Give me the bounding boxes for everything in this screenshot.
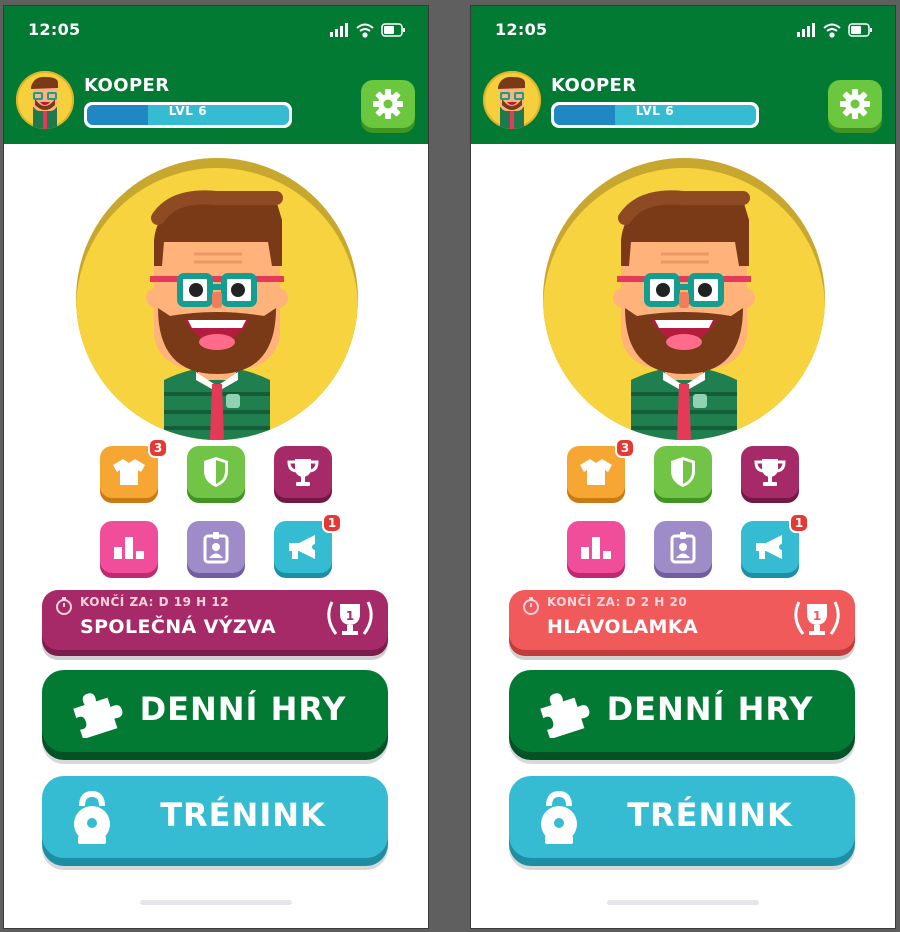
trophy-icon [754, 459, 786, 486]
trophy-icon [287, 459, 319, 486]
battery-icon [848, 23, 872, 37]
timer-icon [523, 597, 539, 615]
wifi-icon [356, 23, 374, 38]
shield-icon [671, 457, 695, 487]
character-avatar[interactable] [76, 158, 358, 440]
stats-button[interactable] [100, 521, 158, 573]
shield-button[interactable] [187, 446, 245, 498]
battery-icon [381, 23, 405, 37]
daily-games-label: DENNÍ HRY [139, 690, 347, 728]
wardrobe-button[interactable]: 3 [100, 438, 168, 498]
megaphone-icon [756, 535, 785, 559]
training-button[interactable]: TRÉNINK [42, 776, 388, 858]
challenge-title: HLAVOLAMKA [547, 616, 699, 638]
stats-button[interactable] [567, 521, 625, 573]
avatar[interactable] [16, 71, 74, 129]
badge-count: 1 [789, 513, 809, 533]
shield-button[interactable] [654, 446, 712, 498]
daily-games-label: DENNÍ HRY [606, 690, 814, 728]
header-bar: 12:05 KOOPER LVL 6 [471, 6, 895, 144]
character-avatar[interactable] [543, 158, 825, 440]
training-label: TRÉNINK [160, 796, 326, 834]
bar-chart-icon [114, 537, 144, 559]
tshirt-icon [580, 459, 612, 485]
news-button[interactable]: 1 [274, 513, 342, 573]
level-progress-bar: LVL 6 [84, 102, 292, 128]
bar-chart-icon [581, 537, 611, 559]
home-indicator[interactable] [140, 900, 292, 905]
gear-icon [840, 89, 870, 119]
avatar-face-icon [31, 76, 58, 129]
status-time: 12:05 [495, 20, 548, 39]
avatar[interactable] [483, 71, 541, 129]
signal-icon [797, 23, 815, 37]
level-progress-bar: LVL 6 [551, 102, 759, 128]
home-indicator[interactable] [607, 900, 759, 905]
trophy-button[interactable] [274, 446, 332, 498]
laurel-trophy-icon: 1 [327, 601, 373, 635]
svg-text:1: 1 [346, 609, 354, 623]
phone-screen-right: 12:05 KOOPER LVL 6 3 1 KONČÍ ZA: D 2 H 2… [471, 6, 895, 928]
challenge-title: SPOLEČNÁ VÝZVA [80, 616, 276, 638]
training-label: TRÉNINK [627, 796, 793, 834]
username: KOOPER [551, 75, 637, 96]
timer-icon [56, 597, 72, 615]
profile-card-button[interactable] [654, 521, 712, 573]
badge-count: 3 [615, 438, 635, 458]
gear-icon [373, 89, 403, 119]
id-badge-icon [670, 532, 696, 564]
phone-screen-left: 12:05 KOOPER LVL 6 3 1 KONČÍ ZA: D 19 H … [4, 6, 428, 928]
status-icons [797, 23, 872, 38]
challenge-banner[interactable]: KONČÍ ZA: D 19 H 12 SPOLEČNÁ VÝZVA 1 [42, 590, 388, 650]
badge-count: 1 [322, 513, 342, 533]
status-icons [330, 23, 405, 38]
header-bar: 12:05 KOOPER LVL 6 [4, 6, 428, 144]
laurel-trophy-icon: 1 [794, 601, 840, 635]
svg-text:1: 1 [813, 609, 821, 623]
wardrobe-button[interactable]: 3 [567, 438, 635, 498]
trophy-button[interactable] [741, 446, 799, 498]
training-button[interactable]: TRÉNINK [509, 776, 855, 858]
shield-icon [204, 457, 228, 487]
level-label: LVL 6 [168, 104, 208, 118]
character-illustration-icon [613, 190, 755, 440]
megaphone-icon [289, 535, 318, 559]
challenge-countdown: KONČÍ ZA: D 2 H 20 [547, 595, 688, 609]
challenge-countdown: KONČÍ ZA: D 19 H 12 [80, 595, 230, 609]
signal-icon [330, 23, 348, 37]
settings-button[interactable] [361, 80, 415, 128]
badge-count: 3 [148, 438, 168, 458]
news-button[interactable]: 1 [741, 513, 809, 573]
challenge-banner[interactable]: KONČÍ ZA: D 2 H 20 HLAVOLAMKA 1 [509, 590, 855, 650]
tshirt-icon [113, 459, 145, 485]
avatar-face-icon [498, 76, 525, 129]
wifi-icon [823, 23, 841, 38]
status-time: 12:05 [28, 20, 81, 39]
daily-games-button[interactable]: DENNÍ HRY [509, 670, 855, 752]
profile-card-button[interactable] [187, 521, 245, 573]
level-label: LVL 6 [635, 104, 675, 118]
character-illustration-icon [146, 190, 288, 440]
id-badge-icon [203, 532, 229, 564]
daily-games-button[interactable]: DENNÍ HRY [42, 670, 388, 752]
username: KOOPER [84, 75, 170, 96]
settings-button[interactable] [828, 80, 882, 128]
